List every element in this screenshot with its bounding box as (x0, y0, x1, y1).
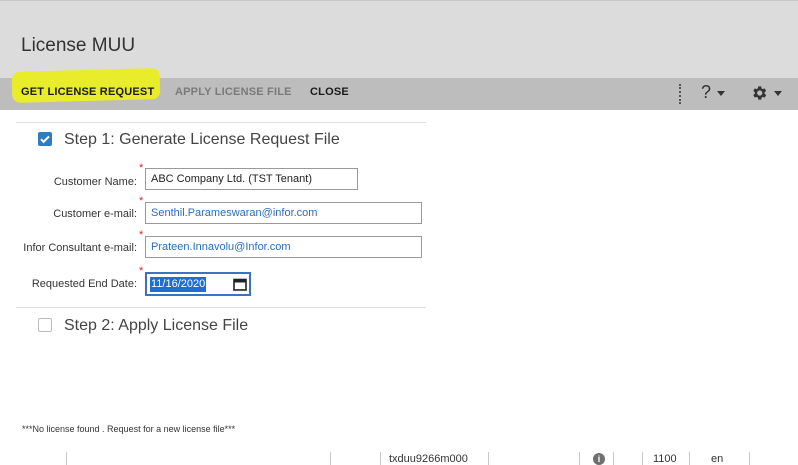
calendar-icon[interactable] (233, 278, 247, 291)
status-divider (613, 452, 614, 465)
get-license-request-button[interactable]: GET LICENSE REQUEST (21, 86, 154, 98)
customer-name-field[interactable]: ABC Company Ltd. (TST Tenant) (145, 168, 358, 190)
status-divider (642, 452, 643, 465)
toolbar: GET LICENSE REQUEST APPLY LICENSE FILE C… (0, 68, 798, 110)
status-bar: txduu9266m000 i 1100 en (0, 449, 798, 465)
status-divider (380, 452, 381, 465)
customer-email-field[interactable]: Senthil.Parameswaran@infor.com (145, 202, 422, 224)
required-marker: * (139, 229, 144, 241)
company-number: 1100 (653, 453, 677, 465)
toolbar-divider (679, 84, 683, 104)
chevron-down-icon (774, 90, 782, 96)
checkbox-checked-icon[interactable] (38, 132, 52, 146)
required-marker: * (139, 195, 144, 207)
step-1-label: Step 1: Generate License Request File (64, 131, 340, 148)
required-marker: * (139, 162, 144, 174)
window-title: License MUU (21, 35, 136, 56)
session-code: txduu9266m000 (389, 453, 468, 465)
divider (16, 307, 426, 308)
settings-menu-button[interactable] (750, 84, 782, 102)
status-divider (749, 452, 750, 465)
status-divider (689, 452, 690, 465)
get-license-request-label: GET LICENSE REQUEST (21, 86, 155, 98)
divider (16, 122, 426, 123)
checkbox-unchecked-icon[interactable] (38, 318, 52, 332)
required-marker: * (139, 265, 144, 277)
status-divider (488, 452, 489, 465)
chevron-down-icon (717, 90, 726, 96)
help-icon: ? (701, 82, 712, 102)
end-date-label: Requested End Date: (31, 278, 137, 290)
info-icon[interactable]: i (593, 453, 605, 465)
apply-license-file-button[interactable]: APPLY LICENSE FILE (175, 86, 292, 98)
status-message: ***No license found . Request for a new … (22, 424, 236, 434)
customer-email-label: Customer e-mail: (53, 208, 137, 220)
close-button[interactable]: CLOSE (310, 86, 349, 98)
consultant-email-label: Infor Consultant e-mail: (23, 242, 137, 254)
status-divider (579, 452, 580, 465)
gear-icon (753, 86, 767, 100)
end-date-value: 11/16/2020 (150, 277, 207, 292)
consultant-email-field[interactable]: Prateen.Innavolu@Infor.com (145, 236, 422, 258)
help-menu-button[interactable]: ? (701, 82, 726, 103)
step-2-label: Step 2: Apply License File (64, 317, 249, 334)
language-code: en (711, 453, 724, 465)
title-bar: License MUU (0, 0, 798, 78)
customer-name-label: Customer Name: (53, 176, 137, 188)
status-divider (330, 452, 331, 465)
status-divider (66, 452, 67, 465)
end-date-field[interactable]: 11/16/2020 (145, 272, 251, 296)
